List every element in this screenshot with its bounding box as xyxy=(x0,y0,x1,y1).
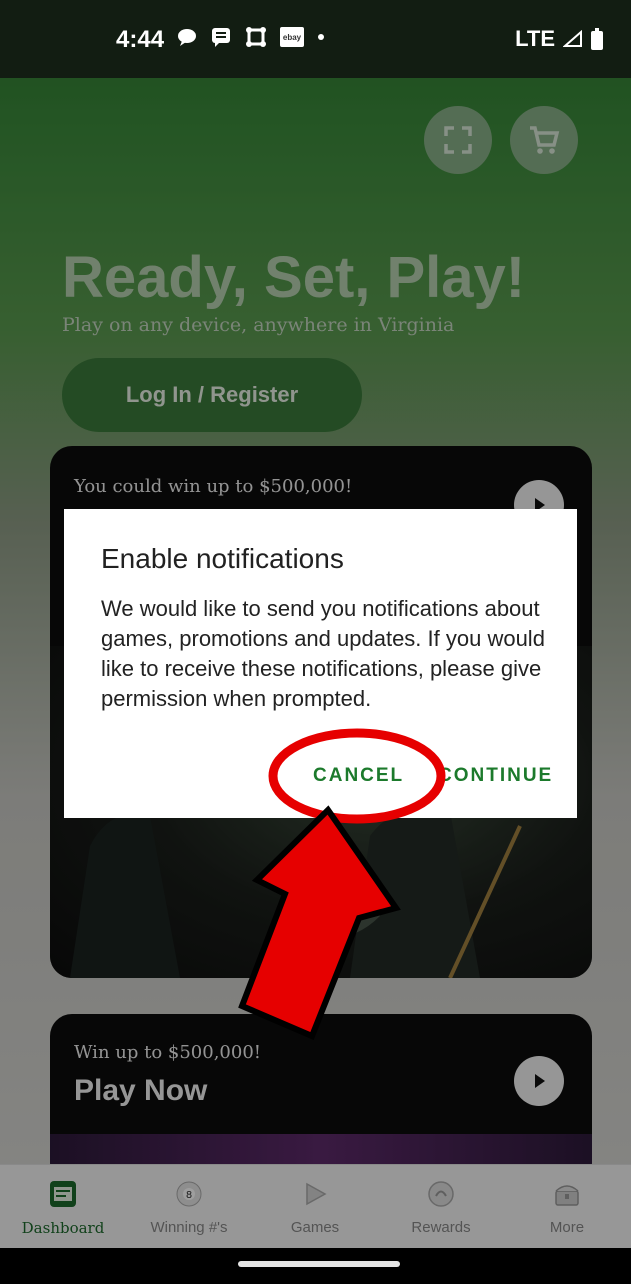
app-screen: 4:44 ebay LTE Ready, Set, Play! Play on … xyxy=(0,0,631,1284)
app-icon xyxy=(246,27,266,47)
home-indicator[interactable] xyxy=(238,1261,400,1267)
battery-icon xyxy=(591,28,603,50)
dialog-body: We would like to send you notifications … xyxy=(101,596,545,711)
gesture-bar xyxy=(0,1248,631,1284)
cancel-button[interactable]: CANCEL xyxy=(313,765,404,787)
network-type: LTE xyxy=(515,26,555,51)
status-right: LTE xyxy=(515,26,603,52)
continue-button[interactable]: CONTINUE xyxy=(438,765,553,787)
message-icon xyxy=(212,28,230,47)
ebay-icon: ebay xyxy=(280,27,304,47)
dot-icon xyxy=(318,34,324,40)
ebay-text: ebay xyxy=(282,32,302,42)
status-time: 4:44 xyxy=(116,26,165,53)
status-bar: 4:44 ebay LTE xyxy=(0,0,631,78)
status-notification-icons: ebay xyxy=(176,26,326,48)
chat-bubble-icon xyxy=(178,29,196,46)
dialog-title: Enable notifications xyxy=(101,543,344,574)
notification-dialog: Enable notifications We would like to se… xyxy=(64,509,577,818)
signal-icon xyxy=(563,30,582,47)
